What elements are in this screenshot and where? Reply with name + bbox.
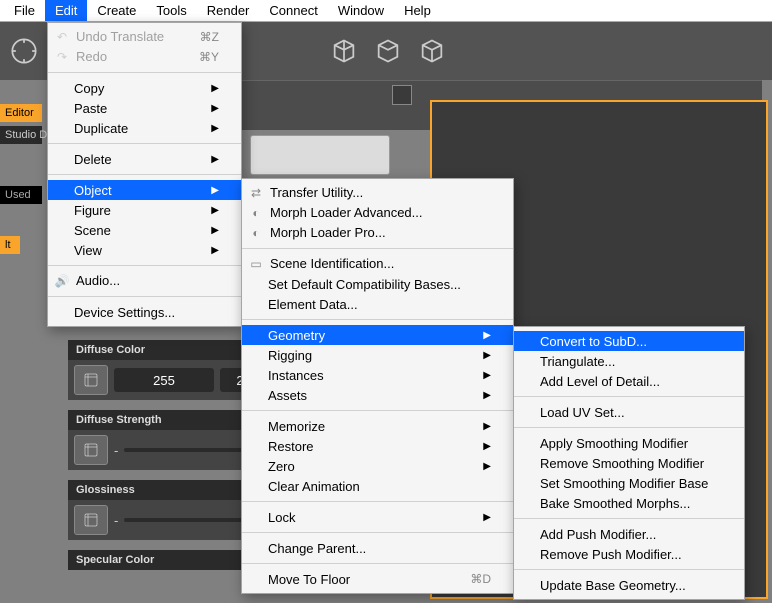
mi-assets[interactable]: Assets▶ — [242, 385, 513, 405]
tab-editor[interactable]: Editor — [0, 104, 42, 122]
mi-zero[interactable]: Zero▶ — [242, 456, 513, 476]
cube-plus-icon[interactable] — [374, 37, 402, 65]
mi-set-default-compat[interactable]: Set Default Compatibility Bases... — [242, 274, 513, 294]
dash: - — [114, 513, 118, 528]
menu-window[interactable]: Window — [328, 0, 394, 21]
package-icon[interactable] — [418, 37, 446, 65]
panel-options-icon[interactable] — [392, 85, 412, 105]
swatch-icon[interactable] — [74, 365, 108, 395]
mi-undo[interactable]: ↶Undo Translate⌘Z — [48, 27, 241, 47]
cube-icon[interactable] — [330, 37, 358, 65]
menu-tools[interactable]: Tools — [146, 0, 196, 21]
menu-connect[interactable]: Connect — [259, 0, 327, 21]
mi-restore[interactable]: Restore▶ — [242, 436, 513, 456]
mi-memorize[interactable]: Memorize▶ — [242, 416, 513, 436]
mi-transfer-utility[interactable]: ⇄Transfer Utility... — [242, 183, 513, 203]
mi-morph-loader-pro[interactable]: ◐Morph Loader Pro... — [242, 223, 513, 243]
value-r[interactable]: 255 — [114, 368, 214, 392]
mi-element-data[interactable]: Element Data... — [242, 294, 513, 314]
mi-duplicate[interactable]: Duplicate▶ — [48, 118, 241, 138]
mi-move-to-floor[interactable]: Move To Floor⌘D — [242, 569, 513, 589]
mi-add-push[interactable]: Add Push Modifier... — [514, 524, 744, 544]
menu-file[interactable]: File — [4, 0, 45, 21]
mi-view[interactable]: View▶ — [48, 240, 241, 260]
mi-device-settings[interactable]: Device Settings... — [48, 302, 241, 322]
menu-create[interactable]: Create — [87, 0, 146, 21]
audio-icon: 🔊 — [54, 273, 70, 289]
redo-icon: ↷ — [54, 49, 70, 65]
swatch-icon[interactable] — [74, 505, 108, 535]
compass-icon[interactable] — [10, 37, 38, 65]
mi-object[interactable]: Object▶ — [48, 180, 241, 200]
undo-icon: ↶ — [54, 29, 70, 45]
mi-figure[interactable]: Figure▶ — [48, 200, 241, 220]
morph-icon: ◐ — [248, 225, 264, 241]
mi-morph-loader-advanced[interactable]: ◐Morph Loader Advanced... — [242, 203, 513, 223]
menu-edit[interactable]: Edit — [45, 0, 87, 21]
transfer-icon: ⇄ — [248, 185, 264, 201]
object-submenu: ⇄Transfer Utility... ◐Morph Loader Advan… — [241, 178, 514, 594]
mi-remove-smoothing[interactable]: Remove Smoothing Modifier — [514, 453, 744, 473]
mi-update-base-geometry[interactable]: Update Base Geometry... — [514, 575, 744, 595]
mi-paste[interactable]: Paste▶ — [48, 98, 241, 118]
mi-audio[interactable]: 🔊Audio... — [48, 271, 241, 291]
menu-render[interactable]: Render — [197, 0, 260, 21]
mi-delete[interactable]: Delete▶ — [48, 149, 241, 169]
mi-redo[interactable]: ↷Redo⌘Y — [48, 47, 241, 67]
tab-lt[interactable]: lt — [0, 236, 20, 254]
mi-scene[interactable]: Scene▶ — [48, 220, 241, 240]
mi-add-lod[interactable]: Add Level of Detail... — [514, 371, 744, 391]
tab-used[interactable]: Used — [0, 186, 42, 204]
mi-lock[interactable]: Lock▶ — [242, 507, 513, 527]
mi-clear-animation[interactable]: Clear Animation — [242, 476, 513, 496]
content-box — [250, 135, 390, 175]
menu-help[interactable]: Help — [394, 0, 441, 21]
mi-load-uv[interactable]: Load UV Set... — [514, 402, 744, 422]
mi-copy[interactable]: Copy▶ — [48, 78, 241, 98]
menubar: File Edit Create Tools Render Connect Wi… — [0, 0, 772, 22]
mi-remove-push[interactable]: Remove Push Modifier... — [514, 544, 744, 564]
mi-apply-smoothing[interactable]: Apply Smoothing Modifier — [514, 433, 744, 453]
mi-convert-subd[interactable]: Convert to SubD... — [514, 331, 744, 351]
mi-set-smoothing-base[interactable]: Set Smoothing Modifier Base — [514, 473, 744, 493]
mi-triangulate[interactable]: Triangulate... — [514, 351, 744, 371]
mi-change-parent[interactable]: Change Parent... — [242, 538, 513, 558]
geometry-submenu: Convert to SubD... Triangulate... Add Le… — [513, 326, 745, 600]
left-tab-strip: Editor Studio De Used lt — [0, 80, 42, 254]
id-icon: ▭ — [248, 256, 264, 272]
mi-bake-smoothed[interactable]: Bake Smoothed Morphs... — [514, 493, 744, 513]
mi-instances[interactable]: Instances▶ — [242, 365, 513, 385]
mi-geometry[interactable]: Geometry▶ — [242, 325, 513, 345]
tab-studio[interactable]: Studio De — [0, 126, 42, 144]
edit-dropdown: ↶Undo Translate⌘Z ↷Redo⌘Y Copy▶ Paste▶ D… — [47, 22, 242, 327]
dash: - — [114, 443, 118, 458]
morph-icon: ◐ — [248, 205, 264, 221]
swatch-icon[interactable] — [74, 435, 108, 465]
mi-rigging[interactable]: Rigging▶ — [242, 345, 513, 365]
mi-scene-identification[interactable]: ▭Scene Identification... — [242, 254, 513, 274]
